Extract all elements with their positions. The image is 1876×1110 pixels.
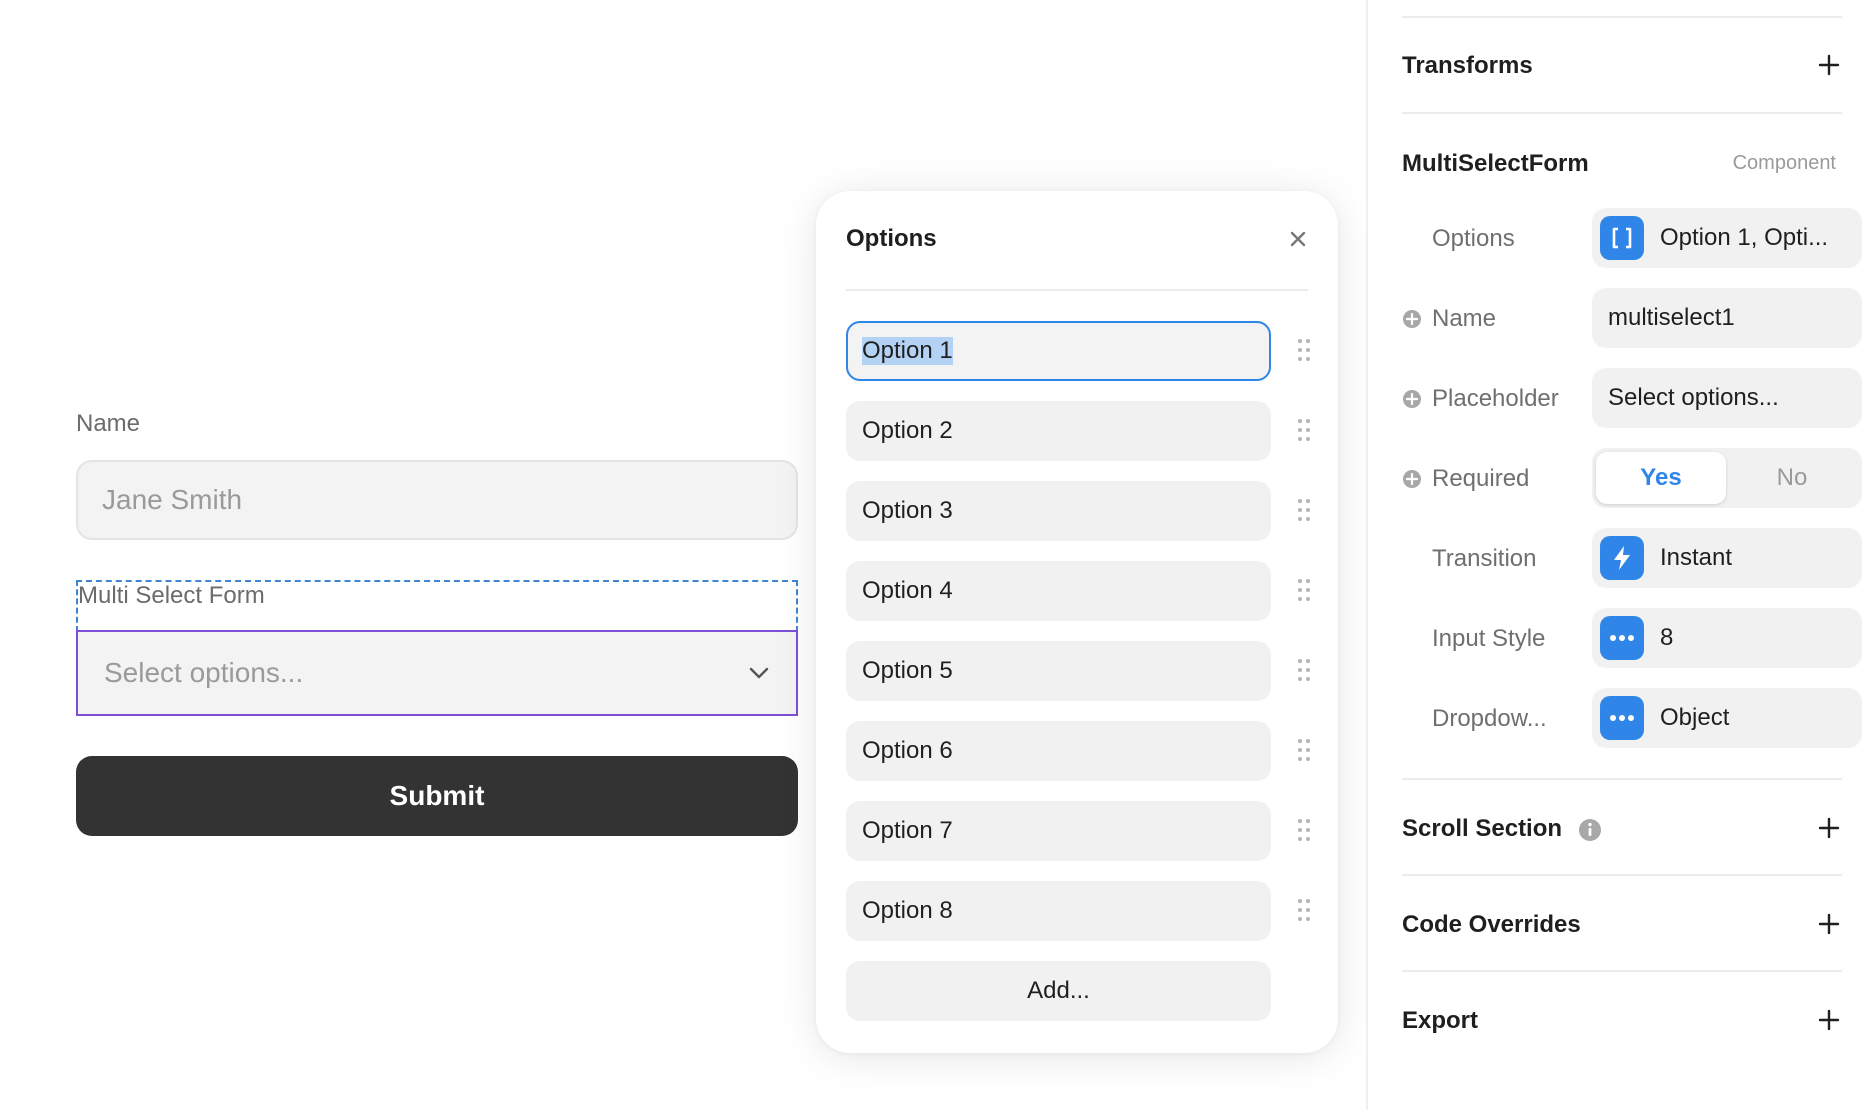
name-input-value: Jane Smith: [102, 484, 243, 515]
option-text-7: Option 7: [862, 817, 953, 844]
transforms-section-title[interactable]: Transforms: [1402, 52, 1533, 80]
option-row: Option 2: [846, 401, 1312, 461]
option-input-6[interactable]: Option 6: [846, 721, 1271, 781]
plus-icon[interactable]: [1818, 913, 1840, 935]
option-row: Option 6: [846, 721, 1312, 781]
panel-divider: [1402, 778, 1842, 780]
array-icon: [1600, 216, 1644, 260]
transition-prop-field[interactable]: Instant: [1592, 528, 1862, 588]
component-tag: Component: [1732, 152, 1836, 174]
more-icon: [1600, 696, 1644, 740]
required-yes-option[interactable]: Yes: [1596, 452, 1726, 504]
lightning-icon: [1600, 536, 1644, 580]
drag-handle-icon[interactable]: [1296, 897, 1312, 923]
panel-divider: [1402, 970, 1842, 972]
options-prop-label: Options: [1432, 225, 1515, 252]
option-input-7[interactable]: Option 7: [846, 801, 1271, 861]
panel-divider: [1402, 16, 1842, 18]
option-text-6: Option 6: [862, 737, 953, 764]
option-row: Option 1: [846, 321, 1312, 381]
add-option-button[interactable]: Add...: [846, 961, 1271, 1021]
required-prop-label: Required: [1432, 465, 1530, 492]
panel-divider: [1402, 874, 1842, 876]
option-row: Option 7: [846, 801, 1312, 861]
option-list: Option 1 Option 2 Option 3 Option 4 Opti…: [846, 321, 1312, 1021]
drag-handle-icon[interactable]: [1296, 337, 1312, 363]
input-style-prop-value: 8: [1660, 624, 1674, 651]
input-style-prop-label: Input Style: [1432, 625, 1546, 652]
multiselect-label: Multi Select Form: [78, 582, 265, 609]
submit-button[interactable]: Submit: [76, 756, 798, 836]
popover-divider: [846, 289, 1308, 291]
name-prop-label: Name: [1432, 305, 1497, 332]
dropdown-prop-value: Object: [1660, 704, 1730, 731]
drag-handle-icon[interactable]: [1296, 417, 1312, 443]
placeholder-prop-value: Select options...: [1608, 384, 1779, 411]
multiselect-dropdown[interactable]: Select options...: [76, 630, 798, 716]
add-variable-icon[interactable]: [1402, 469, 1422, 489]
drag-handle-icon[interactable]: [1296, 817, 1312, 843]
option-input-2[interactable]: Option 2: [846, 401, 1271, 461]
option-input-4[interactable]: Option 4: [846, 561, 1271, 621]
transition-prop-label: Transition: [1432, 545, 1537, 572]
name-field-label: Name: [76, 410, 141, 437]
options-prop-field[interactable]: Option 1, Opti...: [1592, 208, 1862, 268]
info-icon[interactable]: [1578, 818, 1602, 842]
export-title[interactable]: Export: [1402, 1007, 1478, 1035]
name-prop-value: multiselect1: [1608, 304, 1735, 331]
popover-title: Options: [846, 225, 937, 252]
options-prop-value: Option 1, Opti...: [1660, 224, 1829, 251]
component-title: MultiSelectForm: [1402, 150, 1589, 177]
option-input-3[interactable]: Option 3: [846, 481, 1271, 541]
option-text-8: Option 8: [862, 897, 953, 924]
placeholder-prop-label: Placeholder: [1432, 385, 1559, 412]
option-text-5: Option 5: [862, 657, 953, 684]
drag-handle-icon[interactable]: [1296, 497, 1312, 523]
more-icon: [1600, 616, 1644, 660]
name-prop-field[interactable]: multiselect1: [1592, 288, 1862, 348]
option-row: Option 4: [846, 561, 1312, 621]
dropdown-prop-field[interactable]: Object: [1592, 688, 1862, 748]
required-toggle: Yes No: [1592, 448, 1862, 508]
required-no-option[interactable]: No: [1726, 464, 1858, 492]
add-variable-icon[interactable]: [1402, 309, 1422, 329]
option-text-3: Option 3: [862, 497, 953, 524]
properties-panel: Transforms MultiSelectForm Component Opt…: [1366, 0, 1876, 1110]
option-text-4: Option 4: [862, 577, 953, 604]
placeholder-prop-field[interactable]: Select options...: [1592, 368, 1862, 428]
panel-divider: [1402, 112, 1842, 114]
option-input-5[interactable]: Option 5: [846, 641, 1271, 701]
name-input[interactable]: Jane Smith: [76, 460, 798, 540]
option-input-8[interactable]: Option 8: [846, 881, 1271, 941]
close-icon[interactable]: [1286, 227, 1310, 251]
canvas: Name Jane Smith Multi Select Form Select…: [0, 0, 1366, 1110]
drag-handle-icon[interactable]: [1296, 657, 1312, 683]
add-variable-icon[interactable]: [1402, 389, 1422, 409]
transition-prop-value: Instant: [1660, 544, 1733, 571]
input-style-prop-field[interactable]: 8: [1592, 608, 1862, 668]
option-row: Option 3: [846, 481, 1312, 541]
scroll-section-title[interactable]: Scroll Section: [1402, 815, 1562, 843]
dropdown-prop-label: Dropdow...: [1432, 705, 1547, 732]
option-row: Option 8: [846, 881, 1312, 941]
option-input-1[interactable]: Option 1: [846, 321, 1271, 381]
code-overrides-title[interactable]: Code Overrides: [1402, 911, 1581, 939]
drag-handle-icon[interactable]: [1296, 577, 1312, 603]
option-row: Option 5: [846, 641, 1312, 701]
multiselect-label-selection[interactable]: Multi Select Form: [76, 580, 798, 632]
options-popover: Options Option 1 Option 2 Option 3 Optio…: [816, 191, 1338, 1053]
plus-icon[interactable]: [1818, 54, 1840, 76]
multiselect-placeholder: Select options...: [104, 657, 304, 688]
drag-handle-icon[interactable]: [1296, 737, 1312, 763]
option-text-2: Option 2: [862, 417, 953, 444]
plus-icon[interactable]: [1818, 817, 1840, 839]
chevron-down-icon: [749, 667, 769, 679]
option-text-1: Option 1: [862, 337, 953, 365]
plus-icon[interactable]: [1818, 1009, 1840, 1031]
